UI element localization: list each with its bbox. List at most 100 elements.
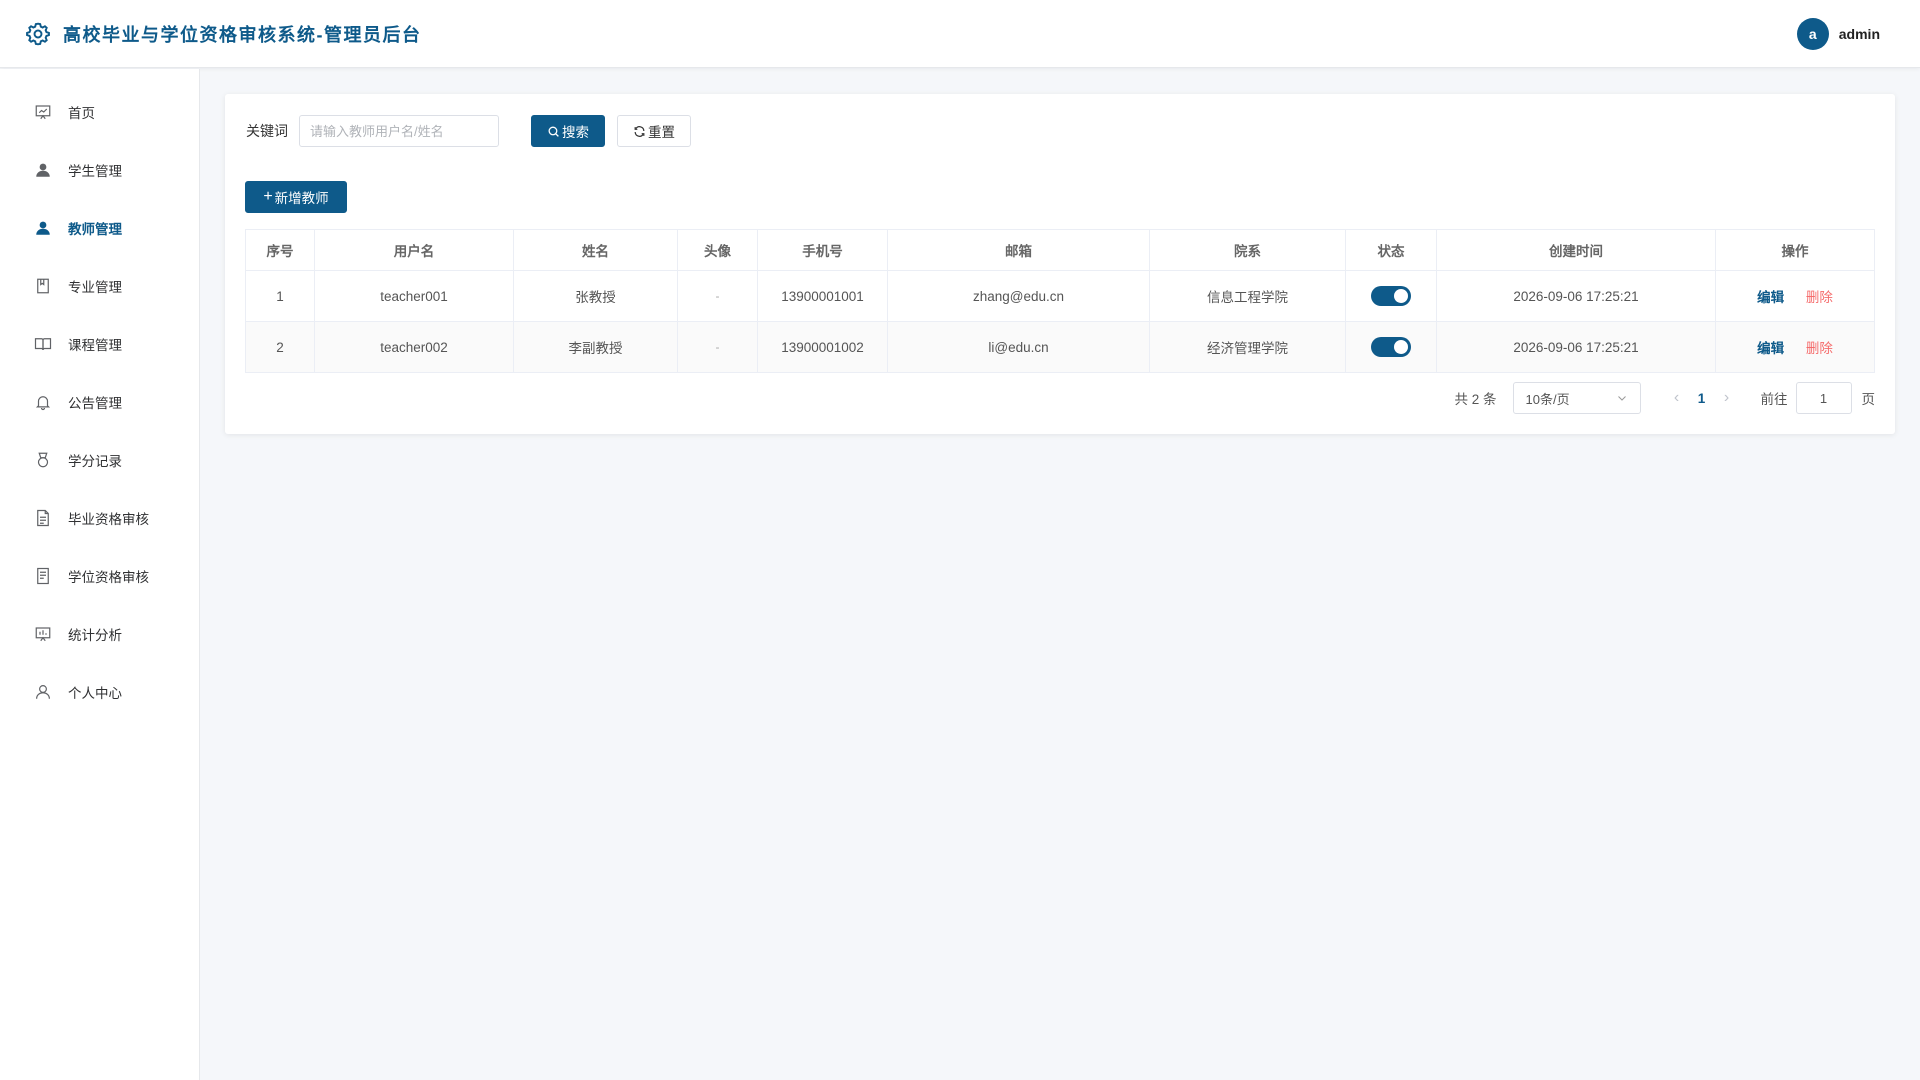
- add-teacher-button[interactable]: + 新增教师: [245, 181, 347, 213]
- sidebar-menu: 首页 学生管理 教师管理 专业管理 课程管理 公告管理 学分记录 毕业资格审核: [0, 69, 199, 721]
- sidebar-item-label: 专业管理: [68, 280, 122, 295]
- chevron-down-icon: [1617, 396, 1626, 401]
- user-filled-icon: [36, 221, 50, 235]
- avatar[interactable]: a: [1796, 17, 1829, 50]
- reset-button[interactable]: 重置: [617, 115, 691, 147]
- cell-dept: 信息工程学院: [1149, 270, 1346, 322]
- sidebar-item-label: 首页: [68, 106, 95, 121]
- sidebar-item-label: 毕业资格审核: [68, 512, 149, 527]
- delete-button[interactable]: 删除: [1806, 290, 1833, 305]
- sidebar-item-graduation-review[interactable]: 毕业资格审核: [0, 489, 199, 547]
- refresh-icon: [634, 125, 645, 137]
- cell-name: 李副教授: [513, 321, 678, 373]
- sidebar-item-degree-review[interactable]: 学位资格审核: [0, 547, 199, 605]
- sidebar-item-label: 课程管理: [68, 338, 122, 353]
- next-page-button[interactable]: ›: [1713, 389, 1741, 407]
- edit-button[interactable]: 编辑: [1757, 290, 1784, 305]
- search-icon: [548, 126, 559, 137]
- column-header: 用户名: [314, 229, 514, 271]
- table-row: 2 teacher002 李副教授 - 13900001002 li@edu.c…: [245, 321, 1875, 373]
- column-header: 邮箱: [887, 229, 1150, 271]
- user-filled-icon: [36, 163, 50, 177]
- sidebar-item-statistics[interactable]: 统计分析: [0, 605, 199, 663]
- cell-status: [1345, 321, 1437, 373]
- app-title: 高校毕业与学位资格审核系统-管理员后台: [63, 24, 422, 45]
- sidebar-item-announcements[interactable]: 公告管理: [0, 373, 199, 431]
- status-toggle[interactable]: [1371, 286, 1411, 306]
- column-header: 院系: [1149, 229, 1346, 271]
- pagination: 共 2 条 10条/页 ‹ 1 › 前往 页: [1454, 382, 1875, 414]
- cell-actions: 编辑 删除: [1715, 270, 1875, 322]
- top-header: 高校毕业与学位资格审核系统-管理员后台 a admin: [0, 0, 1920, 68]
- goto-page-input[interactable]: [1795, 382, 1852, 414]
- chart-board-icon: [35, 105, 51, 120]
- goto-suffix: 页: [1861, 392, 1876, 407]
- add-teacher-label: 新增教师: [274, 191, 329, 206]
- column-header: 状态: [1345, 229, 1437, 271]
- sidebar-item-home[interactable]: 首页: [0, 83, 199, 141]
- cell-avatar: -: [677, 270, 758, 322]
- cell-avatar: -: [677, 321, 758, 373]
- cell-username: teacher002: [314, 321, 514, 373]
- document-icon: [37, 509, 49, 527]
- sidebar-item-courses[interactable]: 课程管理: [0, 315, 199, 373]
- column-header: 创建时间: [1436, 229, 1716, 271]
- sidebar-item-label: 统计分析: [68, 628, 122, 643]
- total-count: 共 2 条: [1454, 392, 1497, 407]
- cell-username: teacher001: [314, 270, 514, 322]
- page-size-select[interactable]: 10条/页: [1512, 382, 1641, 414]
- plus-icon: +: [263, 188, 273, 205]
- sidebar-item-majors[interactable]: 专业管理: [0, 257, 199, 315]
- gear-icon: [26, 22, 50, 45]
- cell-name: 张教授: [513, 270, 678, 322]
- keyword-label: 关键词: [246, 123, 288, 139]
- book-open-icon: [34, 338, 52, 351]
- search-button-label: 搜索: [562, 125, 589, 140]
- cell-email: zhang@edu.cn: [887, 270, 1150, 322]
- medal-icon: [37, 452, 49, 468]
- notebook-icon: [37, 278, 49, 294]
- table-header-row: 序号 用户名 姓名 头像 手机号 邮箱 院系 状态 创建时间 操作: [245, 229, 1875, 271]
- cell-index: 2: [245, 321, 315, 373]
- teacher-management-card: 关键词 搜索 重置 + 新增教师 序号 用户名 姓名: [225, 94, 1895, 434]
- column-header: 姓名: [513, 229, 678, 271]
- user-menu[interactable]: a admin: [1796, 17, 1880, 50]
- sidebar-item-label: 学分记录: [68, 454, 122, 469]
- sidebar-item-credits[interactable]: 学分记录: [0, 431, 199, 489]
- sidebar-item-label: 教师管理: [68, 222, 122, 237]
- page-size-value: 10条/页: [1525, 391, 1570, 407]
- column-header: 头像: [677, 229, 758, 271]
- cell-phone: 13900001001: [757, 270, 888, 322]
- sidebar-item-label: 学生管理: [68, 164, 122, 179]
- sidebar-item-profile[interactable]: 个人中心: [0, 663, 199, 721]
- tickets-icon: [37, 567, 49, 585]
- cell-email: li@edu.cn: [887, 321, 1150, 373]
- status-toggle[interactable]: [1371, 337, 1411, 357]
- search-button[interactable]: 搜索: [531, 115, 605, 147]
- cell-phone: 13900001002: [757, 321, 888, 373]
- bell-icon: [35, 396, 51, 411]
- cell-actions: 编辑 删除: [1715, 321, 1875, 373]
- sidebar-item-students[interactable]: 学生管理: [0, 141, 199, 199]
- reset-button-label: 重置: [648, 125, 675, 140]
- username[interactable]: admin: [1839, 26, 1880, 42]
- cell-dept: 经济管理学院: [1149, 321, 1346, 373]
- keyword-input[interactable]: [299, 115, 499, 147]
- column-header: 操作: [1715, 229, 1875, 271]
- sidebar-item-teachers[interactable]: 教师管理: [0, 199, 199, 257]
- teacher-table: 序号 用户名 姓名 头像 手机号 邮箱 院系 状态 创建时间 操作 1 teac…: [245, 229, 1875, 373]
- cell-index: 1: [245, 270, 315, 322]
- edit-button[interactable]: 编辑: [1757, 341, 1784, 356]
- delete-button[interactable]: 删除: [1806, 341, 1833, 356]
- cell-created: 2026-09-06 17:25:21: [1436, 270, 1716, 322]
- column-header: 手机号: [757, 229, 888, 271]
- sidebar: 首页 学生管理 教师管理 专业管理 课程管理 公告管理 学分记录 毕业资格审核: [0, 69, 200, 1080]
- goto-label: 前往: [1760, 392, 1788, 407]
- data-board-icon: [35, 627, 51, 642]
- current-page[interactable]: 1: [1691, 391, 1713, 406]
- cell-status: [1345, 270, 1437, 322]
- cell-created: 2026-09-06 17:25:21: [1436, 321, 1716, 373]
- sidebar-item-label: 学位资格审核: [68, 570, 149, 585]
- prev-page-button[interactable]: ‹: [1663, 389, 1691, 407]
- search-form: 关键词 搜索 重置: [246, 115, 691, 147]
